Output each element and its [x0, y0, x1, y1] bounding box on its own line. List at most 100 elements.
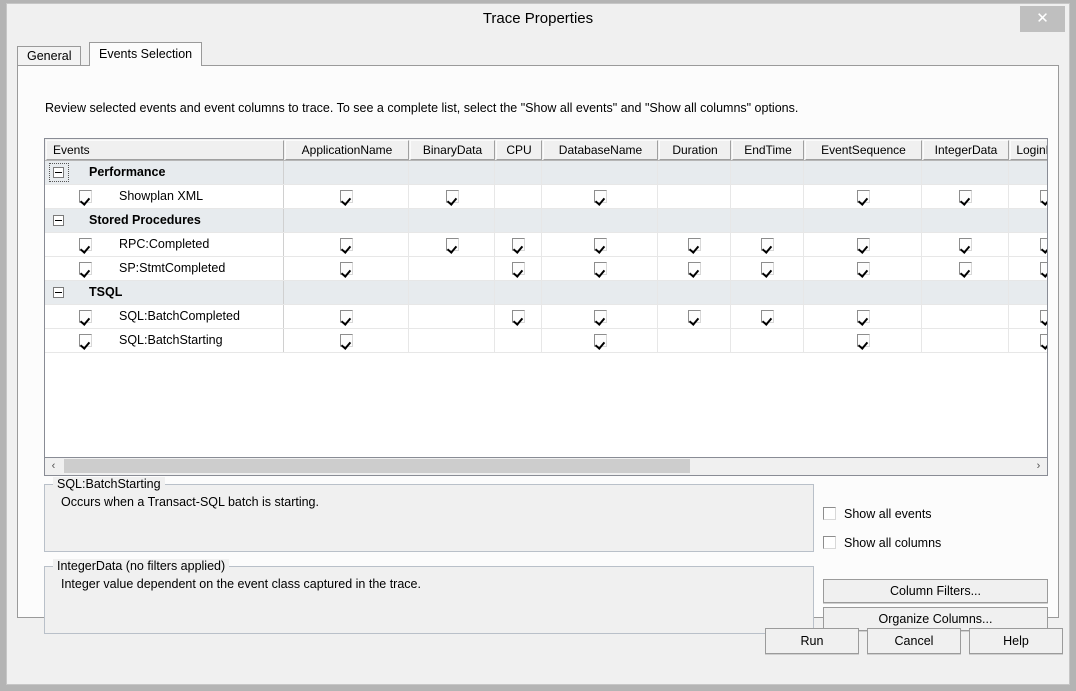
grid-cell[interactable]: [543, 161, 658, 184]
column-checkbox-cpu[interactable]: [512, 238, 525, 251]
grid-column-header-endtime[interactable]: EndTime: [732, 140, 804, 160]
column-checkbox-endtime[interactable]: [761, 262, 774, 275]
grid-cell[interactable]: [659, 185, 731, 208]
grid-event-row[interactable]: SQL:BatchCompleted: [45, 305, 1047, 329]
grid-group-row[interactable]: Stored Procedures: [45, 209, 1047, 233]
tab-events-selection[interactable]: Events Selection: [89, 42, 203, 66]
grid-horizontal-scrollbar[interactable]: ‹ ›: [44, 458, 1048, 476]
column-filters-button[interactable]: Column Filters...: [823, 579, 1048, 603]
grid-cell[interactable]: [410, 329, 495, 352]
grid-column-header-loginname[interactable]: LoginName: [1010, 140, 1047, 160]
grid-cell[interactable]: [496, 161, 542, 184]
grid-cell[interactable]: [285, 161, 409, 184]
grid-cell[interactable]: [496, 281, 542, 304]
grid-column-header-eventsequence[interactable]: EventSequence: [805, 140, 922, 160]
grid-cell[interactable]: [410, 281, 495, 304]
grid-cell[interactable]: [923, 209, 1009, 232]
tab-general[interactable]: General: [17, 46, 82, 65]
grid-cell[interactable]: [496, 185, 542, 208]
column-checkbox-loginname[interactable]: [1040, 190, 1047, 203]
grid-cell[interactable]: [732, 329, 804, 352]
grid-cell[interactable]: [410, 161, 495, 184]
column-checkbox-databasename[interactable]: [594, 334, 607, 347]
column-checkbox-databasename[interactable]: [594, 262, 607, 275]
grid-cell[interactable]: [285, 209, 409, 232]
grid-column-header-cpu[interactable]: CPU: [496, 140, 542, 160]
column-checkbox-eventsequence[interactable]: [857, 310, 870, 323]
grid-event-row[interactable]: SP:StmtCompleted: [45, 257, 1047, 281]
column-checkbox-applicationname[interactable]: [340, 190, 353, 203]
column-checkbox-applicationname[interactable]: [340, 310, 353, 323]
grid-cell[interactable]: [659, 281, 731, 304]
column-checkbox-eventsequence[interactable]: [857, 190, 870, 203]
event-select-checkbox[interactable]: [79, 262, 92, 275]
grid-event-row[interactable]: SQL:BatchStarting: [45, 329, 1047, 353]
column-checkbox-binarydata[interactable]: [446, 238, 459, 251]
grid-cell[interactable]: [410, 209, 495, 232]
grid-cell[interactable]: [410, 257, 495, 280]
column-checkbox-eventsequence[interactable]: [857, 334, 870, 347]
grid-cell[interactable]: [923, 161, 1009, 184]
column-checkbox-applicationname[interactable]: [340, 238, 353, 251]
column-checkbox-binarydata[interactable]: [446, 190, 459, 203]
collapse-expander-icon[interactable]: [53, 215, 64, 226]
column-checkbox-eventsequence[interactable]: [857, 262, 870, 275]
grid-cell[interactable]: [659, 209, 731, 232]
run-button[interactable]: Run: [765, 628, 859, 654]
column-checkbox-applicationname[interactable]: [340, 262, 353, 275]
grid-cell[interactable]: [496, 329, 542, 352]
grid-cell[interactable]: [732, 281, 804, 304]
column-checkbox-endtime[interactable]: [761, 310, 774, 323]
column-checkbox-cpu[interactable]: [512, 262, 525, 275]
grid-cell[interactable]: [805, 209, 922, 232]
column-checkbox-loginname[interactable]: [1040, 310, 1047, 323]
grid-cell[interactable]: [1010, 161, 1047, 184]
grid-cell[interactable]: [1010, 281, 1047, 304]
cancel-button[interactable]: Cancel: [867, 628, 961, 654]
grid-column-header-duration[interactable]: Duration: [659, 140, 731, 160]
grid-cell[interactable]: [923, 305, 1009, 328]
column-checkbox-integerdata[interactable]: [959, 262, 972, 275]
grid-cell[interactable]: [496, 209, 542, 232]
events-grid[interactable]: Events ApplicationName BinaryData CPU Databa…: [44, 138, 1048, 458]
column-checkbox-loginname[interactable]: [1040, 262, 1047, 275]
column-checkbox-loginname[interactable]: [1040, 238, 1047, 251]
help-button[interactable]: Help: [969, 628, 1063, 654]
grid-group-row[interactable]: Performance: [45, 161, 1047, 185]
grid-column-header-applicationname[interactable]: ApplicationName: [285, 140, 409, 160]
grid-event-row[interactable]: RPC:Completed: [45, 233, 1047, 257]
grid-cell[interactable]: [659, 329, 731, 352]
column-checkbox-cpu[interactable]: [512, 310, 525, 323]
grid-cell[interactable]: [285, 281, 409, 304]
collapse-expander-icon[interactable]: [53, 287, 64, 298]
grid-column-header-events[interactable]: Events: [46, 140, 284, 160]
grid-cell[interactable]: [543, 209, 658, 232]
grid-cell[interactable]: [923, 281, 1009, 304]
grid-cell[interactable]: [732, 185, 804, 208]
event-select-checkbox[interactable]: [79, 238, 92, 251]
column-checkbox-databasename[interactable]: [594, 310, 607, 323]
column-checkbox-duration[interactable]: [688, 310, 701, 323]
column-checkbox-integerdata[interactable]: [959, 190, 972, 203]
column-checkbox-duration[interactable]: [688, 238, 701, 251]
column-checkbox-databasename[interactable]: [594, 238, 607, 251]
grid-cell[interactable]: [923, 329, 1009, 352]
event-select-checkbox[interactable]: [79, 334, 92, 347]
column-checkbox-applicationname[interactable]: [340, 334, 353, 347]
grid-cell[interactable]: [1010, 209, 1047, 232]
grid-cell[interactable]: [410, 305, 495, 328]
grid-column-header-integerdata[interactable]: IntegerData: [923, 140, 1009, 160]
collapse-expander-icon[interactable]: [53, 167, 64, 178]
column-checkbox-eventsequence[interactable]: [857, 238, 870, 251]
scroll-left-arrow-icon[interactable]: ‹: [45, 458, 62, 474]
grid-cell[interactable]: [805, 161, 922, 184]
grid-cell[interactable]: [732, 161, 804, 184]
event-select-checkbox[interactable]: [79, 190, 92, 203]
column-checkbox-databasename[interactable]: [594, 190, 607, 203]
scroll-right-arrow-icon[interactable]: ›: [1030, 458, 1047, 474]
scrollbar-thumb[interactable]: [64, 459, 690, 473]
grid-column-header-databasename[interactable]: DatabaseName: [543, 140, 658, 160]
grid-cell[interactable]: [659, 161, 731, 184]
close-button[interactable]: ✕: [1020, 6, 1065, 32]
grid-group-row[interactable]: TSQL: [45, 281, 1047, 305]
